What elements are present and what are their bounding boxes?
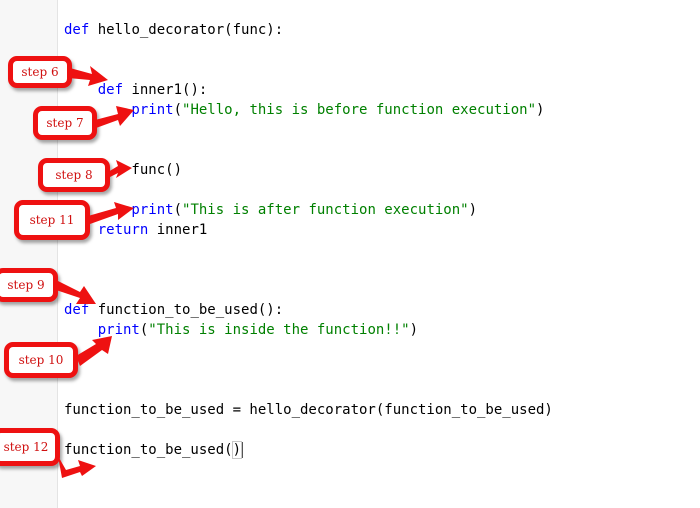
code-text: (: [173, 102, 183, 118]
callout-label: step 11: [14, 200, 90, 240]
code-line-def-function-to-be-used[interactable]: def function_to_be_used():: [64, 301, 283, 319]
arrow-icon: [58, 456, 96, 478]
code-keyword: def: [64, 82, 124, 98]
code-text: function_to_be_used = hello_decorator(fu…: [64, 402, 553, 418]
code-keyword: def: [64, 22, 90, 38]
callout-label: step 9: [0, 268, 58, 302]
code-string: "This is after function execution": [182, 202, 469, 218]
code-keyword: def: [64, 302, 90, 318]
code-keyword: print: [64, 322, 140, 338]
callout-label: step 7: [33, 106, 97, 140]
code-text: function_to_be_used(: [64, 442, 233, 458]
callout-label: step 8: [38, 158, 110, 192]
callout-label: step 6: [8, 56, 72, 88]
code-text: ): [409, 322, 419, 338]
code-line-print-inside[interactable]: print("This is inside the function!!"): [64, 321, 418, 339]
code-string: "This is inside the function!!": [148, 322, 410, 338]
code-line-def-hello-decorator[interactable]: def hello_decorator(func):: [64, 21, 283, 39]
text-caret: [242, 442, 244, 458]
callout-label: step 12: [0, 428, 60, 466]
code-text: hello_decorator(func):: [89, 22, 284, 38]
code-text: inner1: [148, 222, 208, 238]
code-line-function-call[interactable]: function_to_be_used(): [64, 441, 244, 459]
callout-label: step 10: [4, 342, 78, 378]
code-text: ): [468, 202, 478, 218]
code-line-print-before[interactable]: print("Hello, this is before function ex…: [64, 101, 544, 119]
matched-paren: ): [231, 441, 243, 459]
code-string: "Hello, this is before function executio…: [182, 102, 537, 118]
code-line-def-inner1[interactable]: def inner1():: [64, 81, 208, 99]
code-line-decorator-assignment[interactable]: function_to_be_used = hello_decorator(fu…: [64, 401, 553, 419]
code-text: (: [173, 202, 183, 218]
code-text: ): [536, 102, 545, 118]
code-text: inner1():: [123, 82, 208, 98]
code-text: function_to_be_used():: [89, 302, 284, 318]
